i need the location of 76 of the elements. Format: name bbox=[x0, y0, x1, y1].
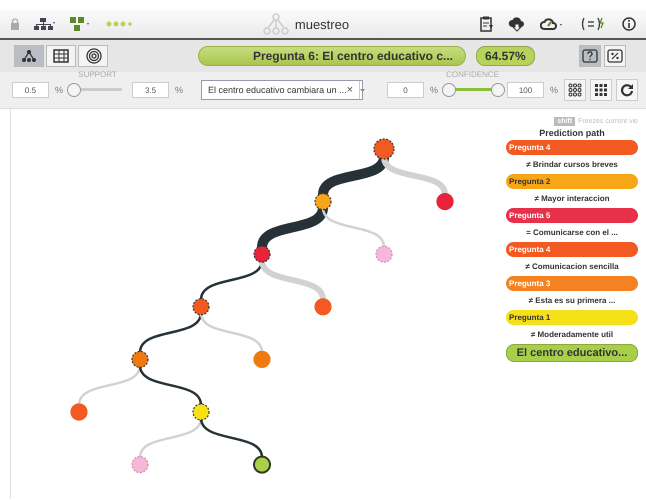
tree-node[interactable] bbox=[253, 246, 271, 263]
unit-label: % bbox=[550, 85, 558, 95]
tree-branch bbox=[381, 156, 448, 196]
condition-text: ≠ Mayor interaccion bbox=[533, 193, 611, 205]
max-field[interactable]: 3.5 bbox=[132, 82, 169, 98]
question-step: Pregunta 4 bbox=[506, 140, 638, 155]
confidence-badge: 64.57% bbox=[476, 46, 535, 66]
tree-branch bbox=[138, 312, 202, 353]
min-field[interactable]: 0.5 bbox=[12, 82, 49, 98]
unit-label: % bbox=[54, 85, 63, 95]
clipboard-icon[interactable] bbox=[480, 16, 494, 32]
network-icon[interactable] bbox=[34, 18, 56, 30]
tree-branch bbox=[78, 365, 142, 406]
result-step: El centro educativo... bbox=[506, 344, 638, 362]
unit-label: % bbox=[430, 85, 438, 95]
question-icon bbox=[582, 49, 598, 63]
percent-icon bbox=[607, 49, 623, 63]
tree-node[interactable] bbox=[70, 403, 88, 421]
tree-node[interactable] bbox=[253, 350, 271, 368]
tree-branch bbox=[138, 418, 202, 458]
prediction-bar: Pregunta 6: El centro educativo c... bbox=[198, 46, 466, 66]
tree-node[interactable] bbox=[373, 138, 395, 160]
tree-node[interactable] bbox=[192, 403, 210, 421]
mode-button[interactable] bbox=[579, 45, 601, 67]
question-step: Pregunta 3 bbox=[506, 276, 638, 291]
tree-node[interactable] bbox=[436, 193, 454, 210]
view-button[interactable] bbox=[46, 45, 76, 67]
info-icon[interactable] bbox=[622, 17, 636, 31]
tree-node[interactable] bbox=[375, 246, 393, 263]
target-icon bbox=[84, 48, 102, 64]
dots-grid-icon bbox=[568, 83, 582, 97]
condition-text: ≠ Moderadamente util bbox=[530, 329, 614, 341]
tree-branch bbox=[138, 365, 202, 406]
question-step: Pregunta 1 bbox=[506, 310, 638, 325]
slider-label: SUPPORT bbox=[77, 70, 118, 79]
tree-branch bbox=[259, 260, 326, 300]
view-button[interactable] bbox=[78, 45, 108, 67]
refresh-button[interactable] bbox=[616, 79, 638, 101]
min-field[interactable]: 0 bbox=[387, 82, 424, 98]
legend-title: Prediction path bbox=[538, 128, 606, 138]
caret-icon bbox=[360, 88, 366, 92]
tree-node[interactable] bbox=[314, 298, 332, 316]
dots-grid-icon bbox=[594, 83, 608, 97]
grid-button[interactable] bbox=[590, 79, 612, 101]
dataset-title: muestreo bbox=[294, 16, 350, 32]
tree-branch bbox=[200, 418, 264, 458]
view-button[interactable] bbox=[14, 45, 44, 67]
question-step: Pregunta 2 bbox=[506, 174, 638, 189]
tree-branch bbox=[257, 206, 328, 248]
field-select[interactable]: El centro educativo cambiara un ...× bbox=[201, 80, 364, 100]
question-step: Pregunta 5 bbox=[506, 208, 638, 223]
tree-icon bbox=[21, 49, 37, 63]
tree-branch bbox=[318, 156, 389, 196]
question-step: Pregunta 4 bbox=[506, 242, 638, 257]
condition-text: ≠ Brindar cursos breves bbox=[525, 159, 619, 171]
tree-node[interactable] bbox=[131, 456, 149, 474]
max-field[interactable]: 100 bbox=[507, 82, 544, 98]
mode-button[interactable] bbox=[604, 45, 626, 67]
condition-text: = Comunicarse con el ... bbox=[525, 227, 619, 239]
tree-branch bbox=[322, 207, 386, 248]
cloud-download-icon[interactable] bbox=[508, 16, 526, 32]
model-icon[interactable] bbox=[70, 17, 92, 31]
condition-text: ≠ Comunicacion sencilla bbox=[524, 261, 620, 273]
tree-branch bbox=[200, 312, 264, 353]
tree-node[interactable] bbox=[314, 193, 332, 210]
refresh-icon bbox=[620, 83, 634, 97]
unit-label: % bbox=[175, 85, 184, 95]
table-icon bbox=[53, 49, 69, 63]
dots-icon[interactable] bbox=[106, 21, 132, 27]
slider-label: CONFIDENCE bbox=[445, 70, 500, 79]
tree-node[interactable] bbox=[253, 456, 271, 474]
grid-button[interactable] bbox=[564, 79, 586, 101]
tree-logo-icon bbox=[262, 13, 289, 35]
condition-text: ≠ Esta es su primera ... bbox=[528, 295, 616, 307]
tree-node[interactable] bbox=[131, 350, 149, 368]
tree-node[interactable] bbox=[192, 298, 210, 316]
